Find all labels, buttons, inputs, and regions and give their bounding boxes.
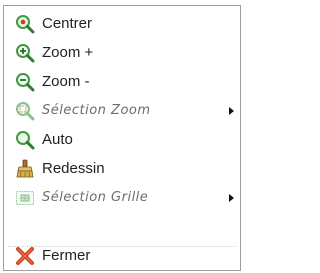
- menu-item-auto[interactable]: Auto: [4, 126, 240, 154]
- magnifier-center-icon: [16, 15, 35, 34]
- menu-item-redessin[interactable]: Redessin: [4, 155, 240, 183]
- context-menu: Centrer Zoom + Zoom - Sélection Zoom Aut…: [3, 5, 241, 271]
- menu-item-label: Centrer: [42, 15, 93, 32]
- menu-item-selection-zoom[interactable]: Sélection Zoom: [4, 97, 240, 125]
- submenu-arrow-icon: [229, 194, 234, 202]
- zoom-selection-icon: [16, 102, 35, 121]
- menu-item-zoom-in[interactable]: Zoom +: [4, 39, 240, 67]
- menu-item-label: Redessin: [42, 160, 105, 177]
- redraw-brush-icon: [16, 159, 34, 178]
- menu-item-fermer[interactable]: Fermer: [4, 242, 240, 270]
- menu-item-label: Sélection Zoom: [42, 103, 151, 118]
- menu-item-selection-grille[interactable]: Sélection Grille: [4, 184, 240, 212]
- menu-item-label: Zoom +: [42, 44, 94, 61]
- page: Centrer Zoom + Zoom - Sélection Zoom Aut…: [0, 0, 244, 273]
- menu-item-label: Zoom -: [42, 73, 90, 90]
- grid-selection-icon: [16, 191, 34, 205]
- close-icon: [16, 247, 34, 265]
- menu-item-label: Fermer: [42, 247, 91, 264]
- menu-item-centrer[interactable]: Centrer: [4, 10, 240, 38]
- zoom-auto-icon: [16, 131, 35, 150]
- menu-item-label: Sélection Grille: [42, 190, 149, 205]
- menu-item-zoom-out[interactable]: Zoom -: [4, 68, 240, 96]
- zoom-in-icon: [16, 44, 35, 63]
- zoom-out-icon: [16, 73, 35, 92]
- menu-item-label: Auto: [42, 131, 73, 148]
- submenu-arrow-icon: [229, 107, 234, 115]
